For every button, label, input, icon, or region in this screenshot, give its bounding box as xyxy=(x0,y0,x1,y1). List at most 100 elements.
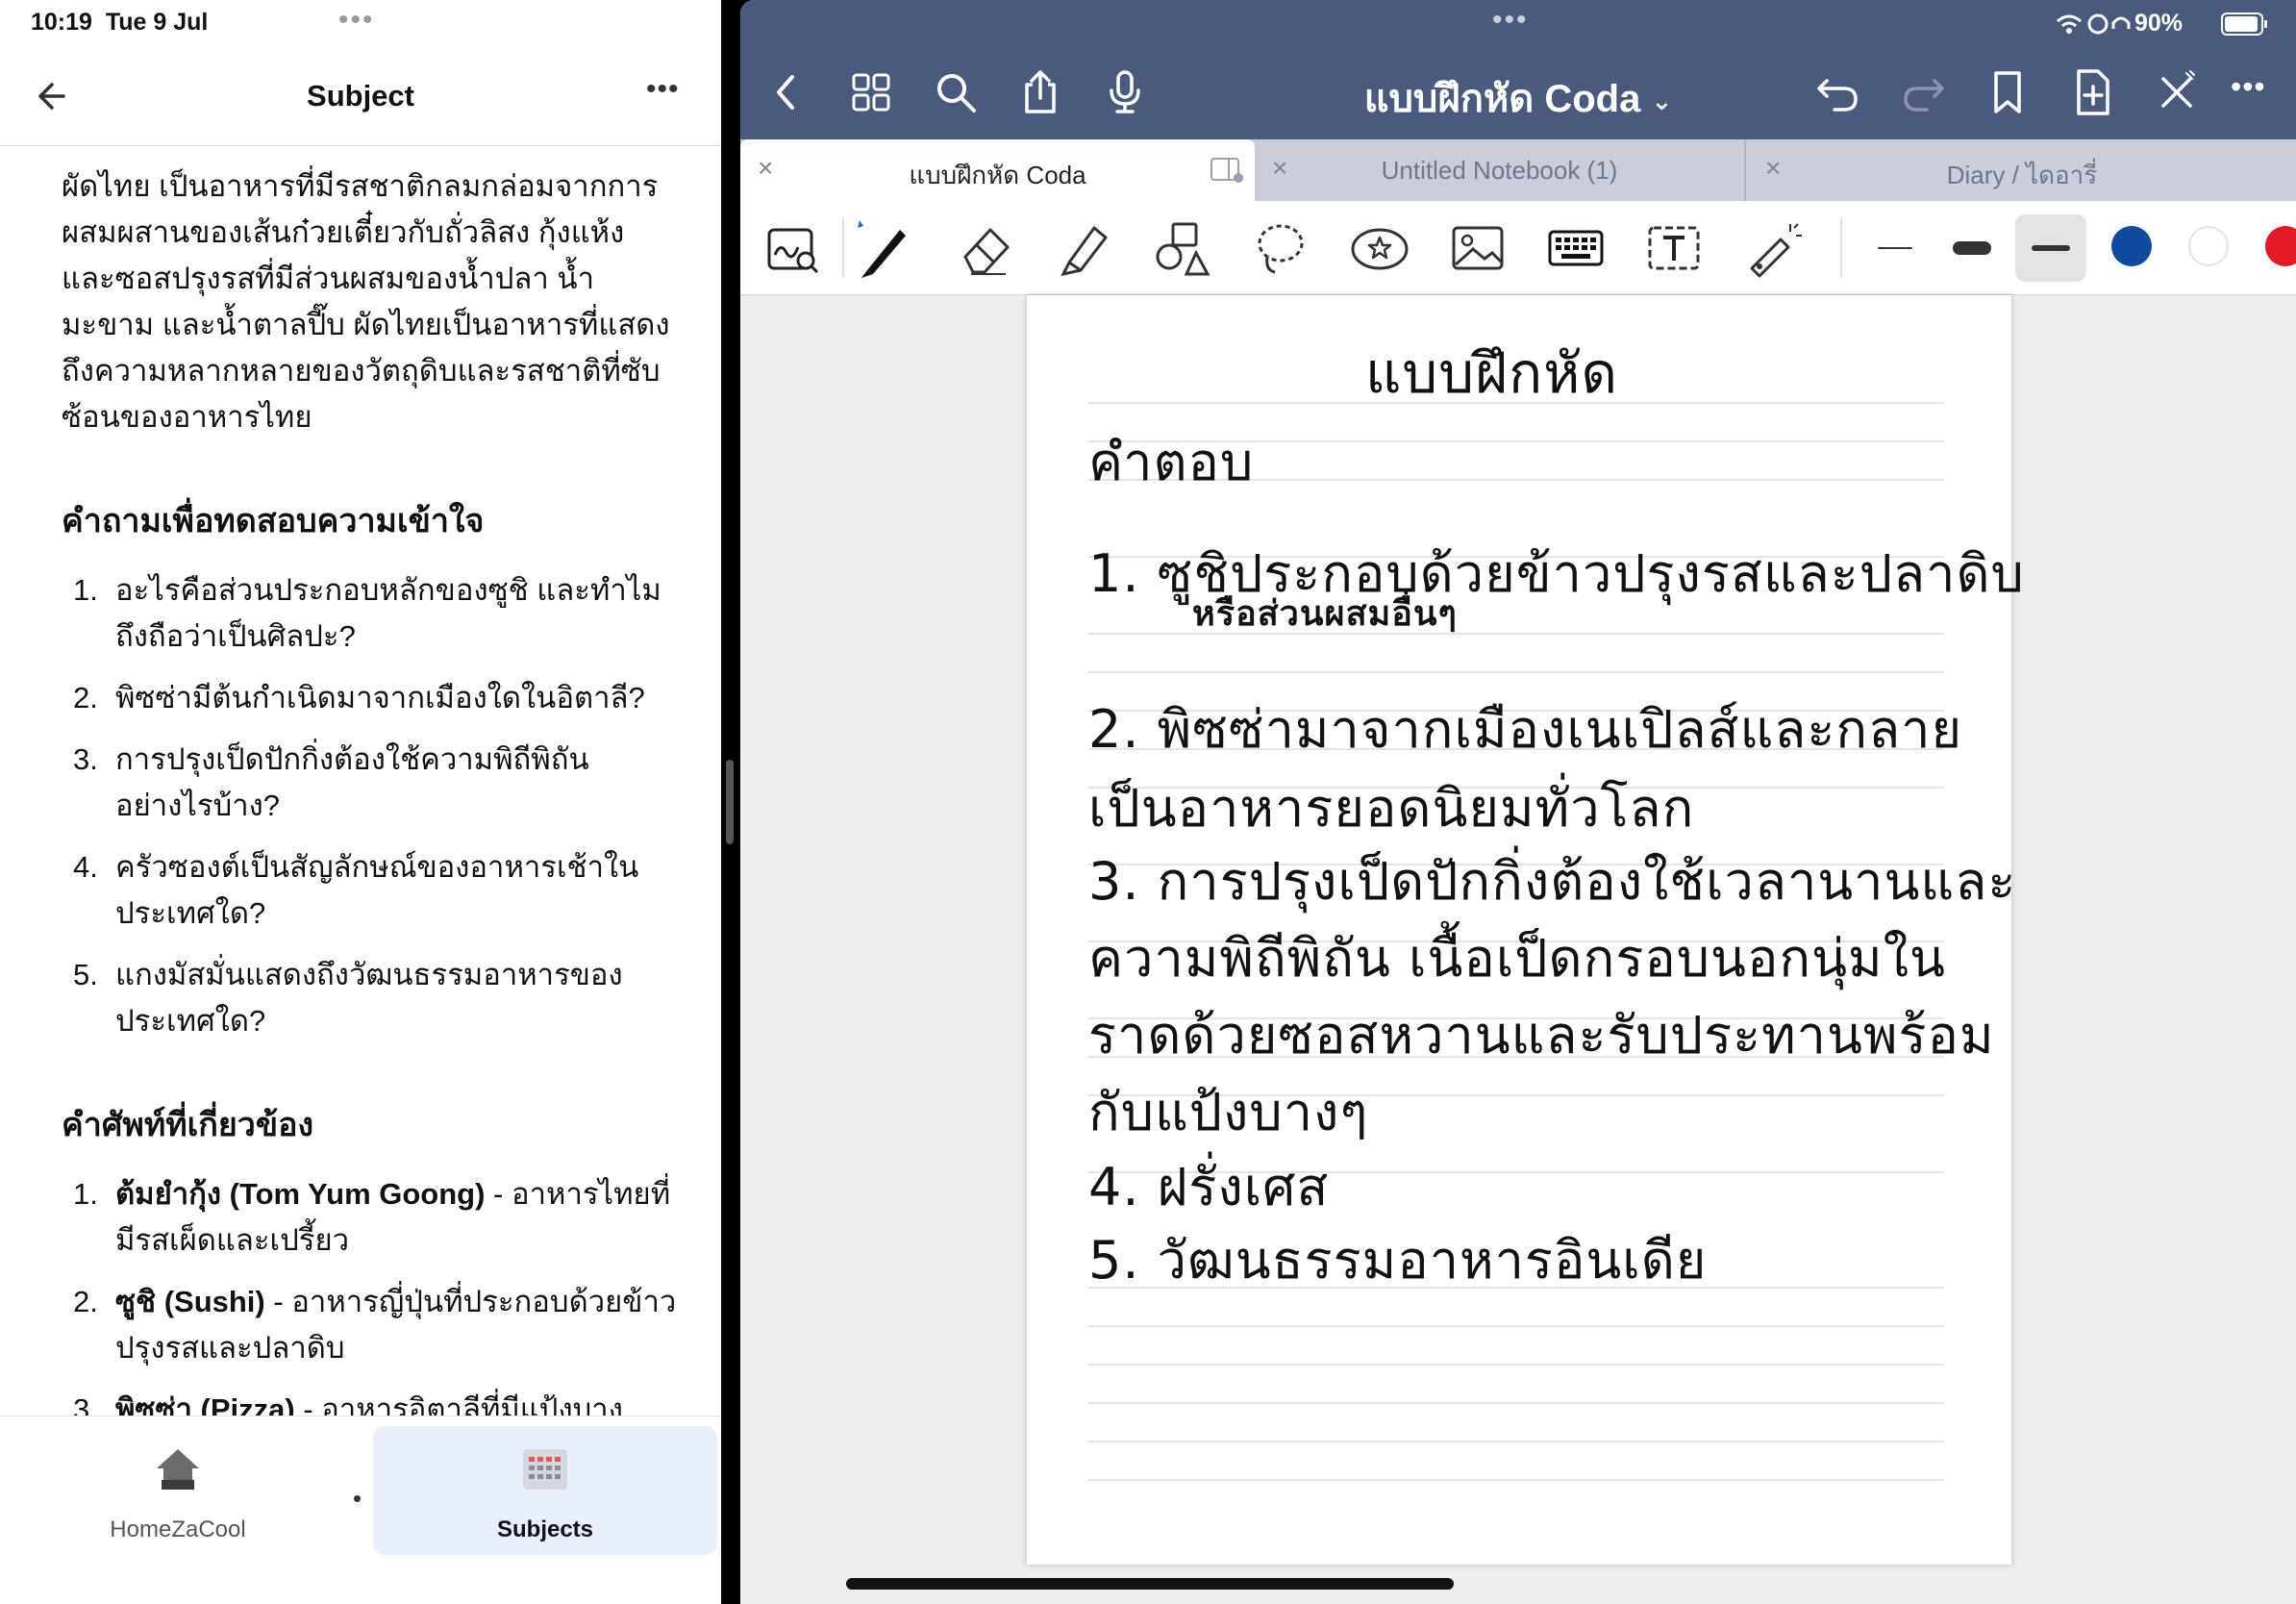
tool-separator xyxy=(1840,218,1842,278)
ruled-line xyxy=(1088,1402,1944,1404)
tab-label: Untitled Notebook (1) xyxy=(1381,156,1618,185)
color-swatch-red[interactable] xyxy=(2265,226,2296,266)
handwritten-answer-3-line-2: ความพิถีพิถัน เนื้อเป็ดกรอบนอกนุ่มใน xyxy=(1088,928,1946,989)
more-options-icon[interactable]: ••• xyxy=(646,73,680,106)
handwritten-answer-2-line-2: เป็นอาหารยอดนิยมทั่วโลก xyxy=(1088,778,1695,839)
split-tab-icon[interactable] xyxy=(1210,157,1244,184)
ruled-line xyxy=(1088,1479,1944,1481)
questions-heading: คำถามเพื่อทดสอบความเข้าใจ xyxy=(62,503,485,539)
subject-content: ผัดไทย เป็นอาหารที่มีรสชาติกลมกล่อมจากกา… xyxy=(0,146,721,1416)
tab-subjects[interactable]: Subjects xyxy=(373,1426,717,1555)
bookmark-icon[interactable] xyxy=(1983,67,2033,117)
stroke-medium-icon[interactable] xyxy=(1938,214,2006,282)
list-item: 2. ซูชิ (Sushi) - อาหารญี่ปุ่นที่ประกอบด้… xyxy=(73,1285,677,1365)
more-options-icon[interactable]: ••• xyxy=(2231,69,2281,119)
tab-notebook-coda[interactable]: × แบบฝึกหัด Coda xyxy=(740,139,1255,201)
list-item: 3. พิซซ่า (Pizza) - อาหารอิตาลีที่มีแป้งบ… xyxy=(73,1392,623,1416)
list-item: 4. ครัวซองต์เป็นสัญลักษณ์ของอาหารเช้าในปร… xyxy=(73,850,639,930)
list-item: 2. พิซซ่ามีต้นกำเนิดมาจากเมืองใดในอิตาลี? xyxy=(73,681,645,714)
laser-pointer-icon[interactable] xyxy=(1738,214,1806,282)
status-time: 10:19 Tue 9 Jul xyxy=(31,9,209,36)
eraser-icon[interactable] xyxy=(952,214,1019,282)
handwritten-answer-3-line-3: ราดด้วยซอสหวานและรับประทานพร้อม xyxy=(1088,1005,1995,1065)
note-canvas[interactable]: แบบฝึกหัด คำตอบ 1. ซูชิประกอบด้วยข้าวปรุ… xyxy=(740,295,2296,1604)
vocab-list: 1. ต้มยำกุ้ง (Tom Yum Goong) - อาหารไทยที… xyxy=(62,1171,683,1416)
add-page-icon[interactable] xyxy=(2067,67,2117,117)
pen-tool-icon[interactable] xyxy=(848,214,915,282)
page-title: Subject xyxy=(307,79,414,113)
split-view-handle[interactable] xyxy=(726,760,734,844)
nav-bar: Subject ••• xyxy=(0,58,721,146)
color-swatch-white[interactable] xyxy=(2188,226,2229,266)
tab-subjects-label: Subjects xyxy=(496,1516,594,1542)
home-icon xyxy=(157,1449,199,1490)
shapes-icon[interactable] xyxy=(1148,214,1215,282)
questions-list: 1. อะไรคือส่วนประกอบหลักของซูชิ และทำไมถึ… xyxy=(62,567,683,1044)
tab-label: Diary / ไดอารี่ xyxy=(1946,161,2098,189)
tab-diary[interactable]: × Diary / ไดอารี่ xyxy=(1748,139,2296,201)
ruled-line xyxy=(1088,671,1944,673)
tab-home[interactable]: HomeZaCool xyxy=(6,1426,350,1555)
grid-view-icon[interactable] xyxy=(846,67,896,117)
keyboard-icon[interactable] xyxy=(1542,214,1610,282)
notes-app: ••• 90% แบบฝึกหัด Coda ⌄ ••• × แบบฝึกหัด… xyxy=(740,0,2296,1604)
notebook-tabs: × แบบฝึกหัด Coda × Untitled Notebook (1)… xyxy=(740,139,2296,201)
share-icon[interactable] xyxy=(1015,67,1065,117)
status-bar-left: 10:19 Tue 9 Jul ••• xyxy=(0,0,721,48)
handwritten-title: แบบฝึกหัด xyxy=(1365,340,1619,406)
handwritten-answer-2-line-1: 2. พิซซ่ามาจากเมืองเนเปิลส์และกลาย xyxy=(1088,699,1963,760)
handwritten-answer-3-line-1: 3. การปรุงเป็ดปักกิ่งต้องใช้เวลานานและ xyxy=(1088,851,2017,912)
drawing-tools-bar xyxy=(740,201,2296,295)
text-box-icon[interactable] xyxy=(1640,214,1708,282)
highlighter-icon[interactable] xyxy=(1050,214,1117,282)
notes-toolbar: แบบฝึกหัด Coda ⌄ ••• xyxy=(740,48,2296,139)
tab-separator-dot xyxy=(354,1495,361,1502)
home-indicator[interactable] xyxy=(846,1578,1454,1590)
battery-icon xyxy=(2221,13,2267,36)
search-icon[interactable] xyxy=(931,67,981,117)
undo-icon[interactable] xyxy=(1813,67,1863,117)
multitasking-dots[interactable]: ••• xyxy=(338,4,375,37)
handwritten-answer-1-note: หรือส่วนผสมอื่นๆ xyxy=(1192,594,1458,634)
handwritten-answer-heading: คำตอบ xyxy=(1088,432,1255,492)
notebook-page[interactable]: แบบฝึกหัด คำตอบ 1. ซูชิประกอบด้วยข้าวปรุ… xyxy=(1027,295,2024,1565)
split-view-divider[interactable] xyxy=(721,0,740,1604)
stroke-thin-icon[interactable] xyxy=(1861,214,1929,282)
handwritten-answer-3-line-4: กับแป้งบางๆ xyxy=(1088,1082,1369,1142)
redo-icon[interactable] xyxy=(1898,67,1948,117)
subject-app: 10:19 Tue 9 Jul ••• Subject ••• ผัดไทย เ… xyxy=(0,0,721,1604)
close-toolbar-icon[interactable] xyxy=(2152,67,2202,117)
color-swatch-blue[interactable] xyxy=(2111,226,2152,266)
chevron-left-icon[interactable] xyxy=(761,67,811,117)
ruled-line xyxy=(1088,1364,1944,1366)
tab-untitled-notebook[interactable]: × Untitled Notebook (1) xyxy=(1255,139,1746,201)
intro-paragraph: ผัดไทย เป็นอาหารที่มีรสชาติกลมกล่อมจากกา… xyxy=(62,169,670,434)
tab-label: แบบฝึกหัด Coda xyxy=(909,161,1086,189)
lasso-icon[interactable] xyxy=(1246,214,1313,282)
tool-separator xyxy=(842,218,844,278)
calendar-grid-icon xyxy=(523,1449,567,1490)
ruled-line xyxy=(1088,1325,1944,1327)
stroke-selected-button[interactable] xyxy=(2015,214,2086,282)
ruled-line xyxy=(1088,1441,1944,1442)
bottom-tab-bar: HomeZaCool Subjects xyxy=(0,1416,721,1604)
list-item: 1. ต้มยำกุ้ง (Tom Yum Goong) - อาหารไทยที… xyxy=(73,1177,671,1257)
image-icon[interactable] xyxy=(1444,214,1511,282)
handwriting-recognition-icon[interactable] xyxy=(760,214,827,282)
status-bar-right: ••• 90% xyxy=(740,0,2296,48)
handwritten-answer-5: 5. วัฒนธรรมอาหารอินเดีย xyxy=(1088,1230,1708,1291)
battery-percent: 90% xyxy=(2134,10,2184,37)
tab-home-label: HomeZaCool xyxy=(110,1516,246,1542)
handwritten-answer-4: 4. ฝรั่งเศส xyxy=(1088,1157,1330,1217)
chevron-down-icon[interactable]: ⌄ xyxy=(1652,87,1673,115)
list-item: 5. แกงมัสมั่นแสดงถึงวัฒนธรรมอาหารของประเท… xyxy=(73,958,623,1038)
stroke-thick-icon xyxy=(2032,245,2070,251)
sticker-icon[interactable] xyxy=(1346,214,1413,282)
wifi-icon xyxy=(2057,13,2131,35)
multitasking-dots[interactable]: ••• xyxy=(1492,4,1529,37)
vocab-heading: คำศัพท์ที่เกี่ยวข้อง xyxy=(62,1107,314,1143)
microphone-icon[interactable] xyxy=(1100,67,1150,117)
list-item: 1. อะไรคือส่วนประกอบหลักของซูชิ และทำไมถึ… xyxy=(73,573,661,653)
document-title-button[interactable]: แบบฝึกหัด Coda xyxy=(1364,78,1641,120)
list-item: 3. การปรุงเป็ดปักกิ่งต้องใช้ความพิถีพิถัน… xyxy=(73,742,589,822)
